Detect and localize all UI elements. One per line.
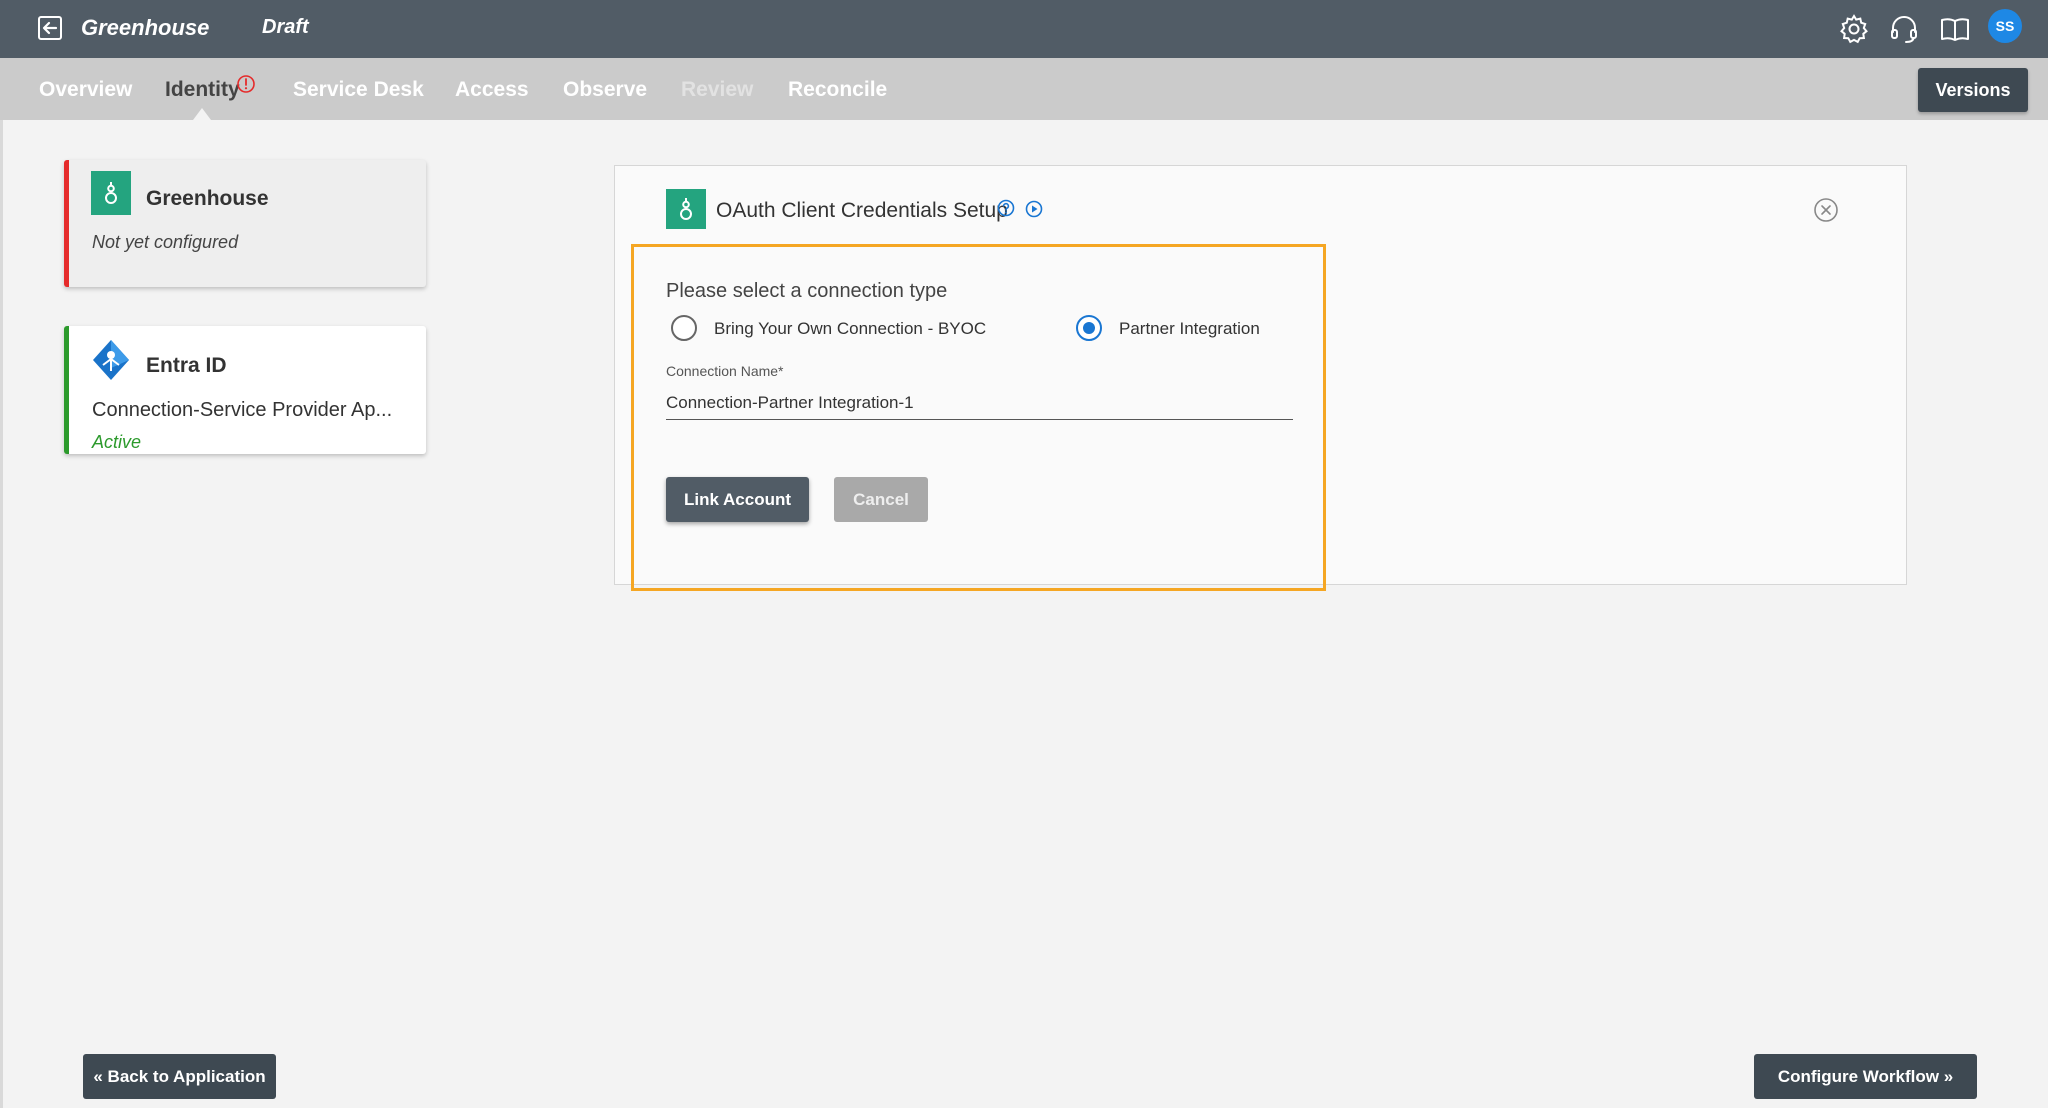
entra-id-logo-icon: [91, 338, 131, 382]
radio-partner-integration-label[interactable]: Partner Integration: [1119, 319, 1260, 339]
top-bar: Greenhouse Draft SS: [0, 0, 2048, 58]
connection-name-input[interactable]: [666, 386, 1293, 420]
left-edge-divider: [0, 120, 3, 1108]
tab-access[interactable]: Access: [455, 78, 529, 102]
book-icon[interactable]: [1939, 13, 1971, 45]
link-account-button[interactable]: Link Account: [666, 477, 809, 522]
versions-button[interactable]: Versions: [1918, 68, 2028, 112]
form-heading: Please select a connection type: [666, 280, 948, 302]
app-title: Greenhouse: [81, 15, 210, 40]
tab-overview[interactable]: Overview: [39, 78, 132, 102]
help-icon[interactable]: [997, 199, 1015, 217]
gear-icon[interactable]: [1838, 13, 1870, 45]
exit-icon[interactable]: [36, 14, 64, 42]
alert-icon: [236, 74, 256, 94]
panel-title: OAuth Client Credentials Setup: [716, 199, 1008, 222]
nav-bar: Overview Identity Service Desk Access Ob…: [0, 58, 2048, 120]
configure-workflow-button[interactable]: Configure Workflow »: [1754, 1054, 1977, 1099]
play-video-icon[interactable]: [1025, 200, 1043, 218]
radio-byoc[interactable]: [671, 315, 697, 341]
connection-name: Connection-Service Provider Ap...: [92, 399, 393, 421]
connection-name-label: Connection Name*: [666, 363, 784, 379]
greenhouse-logo-icon: [91, 171, 131, 215]
headset-icon[interactable]: [1888, 13, 1920, 45]
connector-name: Entra ID: [146, 354, 227, 377]
close-icon[interactable]: [1813, 197, 1839, 223]
connector-card-entra-id[interactable]: Entra ID Connection-Service Provider Ap.…: [64, 326, 426, 454]
active-tab-indicator: [193, 108, 211, 120]
cancel-button[interactable]: Cancel: [834, 477, 928, 522]
tab-identity[interactable]: Identity: [165, 78, 240, 102]
greenhouse-logo-icon: [666, 189, 706, 229]
draft-status: Draft: [262, 16, 309, 38]
connector-card-greenhouse[interactable]: Greenhouse Not yet configured: [64, 160, 426, 287]
avatar[interactable]: SS: [1988, 9, 2022, 43]
radio-byoc-label[interactable]: Bring Your Own Connection - BYOC: [714, 319, 986, 339]
connector-status: Active: [92, 432, 142, 452]
connector-name: Greenhouse: [146, 187, 269, 210]
tab-observe[interactable]: Observe: [563, 78, 647, 102]
tab-service-desk[interactable]: Service Desk: [293, 78, 424, 102]
radio-partner-integration[interactable]: [1076, 315, 1102, 341]
tab-reconcile[interactable]: Reconcile: [788, 78, 887, 102]
back-to-application-button[interactable]: « Back to Application: [83, 1054, 276, 1099]
connector-status: Not yet configured: [92, 232, 239, 252]
tab-review[interactable]: Review: [681, 78, 753, 102]
